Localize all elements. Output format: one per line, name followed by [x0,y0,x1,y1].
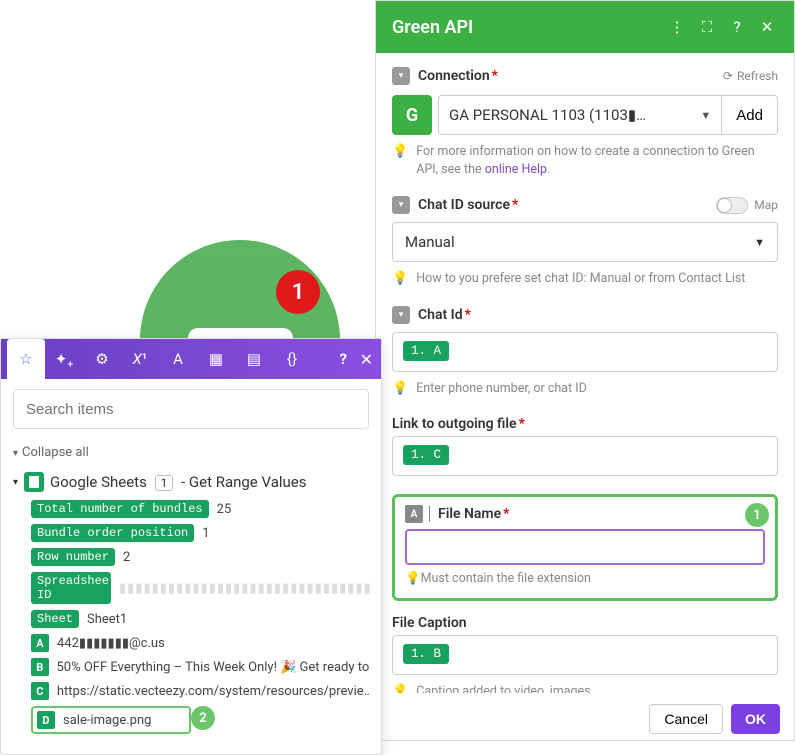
add-connection-button[interactable]: Add [722,95,778,135]
connection-select[interactable]: GA PERSONAL 1103 (1103▮… ▼ [438,95,722,135]
tab-text[interactable]: A [159,339,197,379]
separator [429,506,430,522]
tab-gear[interactable]: ⚙ [83,339,121,379]
collapse-all-button[interactable]: Collapse all [13,445,369,460]
panel-header: Green API ⋮ ⛶ ? ✕ [376,1,794,53]
link-file-label: Link to outgoing file* [392,416,778,432]
file-caption-label: File Caption [392,615,778,631]
chat-id-input[interactable]: 1. A [392,332,778,372]
chevron-down-icon: ▾ [13,477,18,488]
tab-date[interactable]: ▦ [197,339,235,379]
search-input[interactable] [13,389,369,429]
variable-picker-panel: ☆ ✦₊ ⚙ X¹ A ▦ ▤ {} ? ✕ Collapse all ▾ Go… [0,338,382,755]
cancel-button[interactable]: Cancel [649,704,723,734]
tab-array[interactable]: ▤ [235,339,273,379]
tab-variable[interactable]: X¹ [121,339,159,379]
item-col-c[interactable]: Chttps://static.vecteezy.com/system/reso… [31,682,369,700]
field-chat-id: ▾ Chat Id* 1. A 💡 Enter phone number, or… [392,306,778,398]
chevron-down-icon: ▼ [754,236,765,249]
menu-icon[interactable]: ⋮ [666,18,688,36]
mapped-token[interactable]: 1. C [403,445,449,465]
item-total-bundles[interactable]: Total number of bundles25 [31,500,369,518]
bulb-icon: 💡 [405,571,421,586]
field-file-caption: File Caption 1. B 💡 Caption added to vid… [392,615,778,693]
picker-help-icon[interactable]: ? [340,350,347,368]
google-sheets-icon [24,472,44,492]
item-row-number[interactable]: Row number2 [31,548,369,566]
variable-tree: ▾ Google Sheets 1 - Get Range Values Tot… [13,472,369,734]
item-spreadsheet-id[interactable]: Spreadsheet ID▮▮▮▮▮▮▮▮▮▮▮▮▮▮▮▮▮▮▮▮▮▮▮▮▮▮… [31,572,369,604]
item-bundle-order[interactable]: Bundle order position1 [31,524,369,542]
callout-badge-d-2: 2 [191,706,215,730]
link-file-input[interactable]: 1. C [392,436,778,476]
picker-body: Collapse all ▾ Google Sheets 1 - Get Ran… [1,379,381,754]
chat-source-hint: 💡 How to you prefere set chat ID: Manual… [392,270,778,288]
item-col-d[interactable]: Dsale-image.png 2 [31,706,369,734]
refresh-icon: ⟳ [723,69,733,83]
connection-hint: 💡 For more information on how to create … [392,143,778,178]
type-text-icon: A [405,505,423,523]
collapse-toggle-icon[interactable]: ▾ [392,67,410,85]
tab-star[interactable]: ☆ [7,339,45,379]
field-link-file: Link to outgoing file* 1. C [392,416,778,476]
map-toggle: Map [716,197,778,214]
ok-button[interactable]: OK [731,704,780,734]
bulb-icon: 💡 [392,270,408,288]
mapped-token[interactable]: 1. A [403,341,449,361]
item-sheet[interactable]: SheetSheet1 [31,610,369,628]
field-chat-id-source: ▾ Chat ID source* Map Manual ▼ 💡 How to … [392,196,778,288]
tree-module-header[interactable]: ▾ Google Sheets 1 - Get Range Values [13,472,369,492]
chat-id-source-label: Chat ID source* [418,197,518,213]
file-caption-input[interactable]: 1. B [392,635,778,675]
collapse-toggle-icon[interactable]: ▾ [392,196,410,214]
refresh-button[interactable]: ⟳Refresh [723,69,778,83]
step-number-badge: 1 [155,475,174,491]
module-name: Google Sheets 1 - Get Range Values [50,473,306,491]
file-name-hint: 💡 Must contain the file extension [405,571,765,586]
map-toggle-switch[interactable] [716,197,748,214]
field-connection: ▾ Connection* ⟳Refresh G GA PERSONAL 110… [392,67,778,178]
picker-close-icon[interactable]: ✕ [360,350,373,369]
item-col-b[interactable]: B50% OFF Everything – This Week Only! 🎉 … [31,658,369,676]
panel-title: Green API [392,17,658,38]
bulb-icon: 💡 [392,380,408,398]
module-config-panel: Green API ⋮ ⛶ ? ✕ ▾ Connection* ⟳Refresh… [375,0,795,741]
expand-icon[interactable]: ⛶ [696,18,718,36]
chat-id-label: Chat Id* [418,307,471,323]
panel-body: ▾ Connection* ⟳Refresh G GA PERSONAL 110… [376,53,794,693]
tab-json[interactable]: {} [273,339,311,379]
bulb-icon: 💡 [392,143,408,178]
picker-toolbar: ☆ ✦₊ ⚙ X¹ A ▦ ▤ {} ? ✕ [1,339,381,379]
item-col-a[interactable]: A442▮▮▮▮▮▮▮@c.us [31,634,369,652]
chat-id-hint: 💡 Enter phone number, or chat ID [392,380,778,398]
chevron-down-icon: ▼ [700,109,711,122]
chat-id-source-select[interactable]: Manual ▼ [392,222,778,262]
callout-badge-1: 1 [276,270,320,314]
help-icon[interactable]: ? [726,18,748,36]
close-icon[interactable]: ✕ [756,18,778,36]
file-caption-hint: 💡 Caption added to video, images [392,683,778,693]
mapped-token[interactable]: 1. B [403,644,449,664]
field-file-name: 1 A File Name* 💡 Must contain the file e… [392,494,778,601]
connection-brand-icon: G [392,95,432,135]
file-name-input[interactable] [405,529,765,565]
collapse-toggle-icon[interactable]: ▾ [392,306,410,324]
file-name-label: File Name* [438,506,509,522]
connection-label: Connection* [418,68,498,84]
bulb-icon: 💡 [392,683,408,693]
panel-footer: Cancel OK [649,704,780,734]
online-help-link[interactable]: online Help [485,162,547,177]
callout-badge-fn-1: 1 [745,503,769,527]
tab-magic[interactable]: ✦₊ [45,339,83,379]
